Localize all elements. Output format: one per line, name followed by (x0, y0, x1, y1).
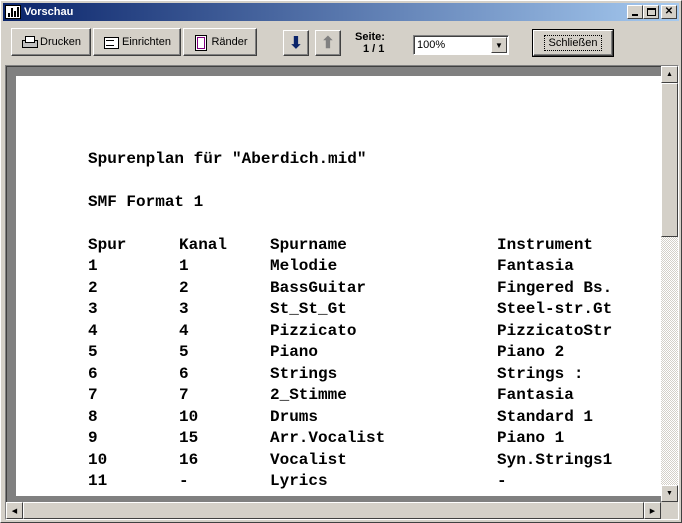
track-name: 2_Stimme (270, 386, 347, 404)
track-name: Arr.Vocalist (270, 429, 386, 447)
track-number: 9 (88, 429, 98, 447)
track-channel: 2 (179, 279, 189, 297)
setup-button[interactable]: Einrichten (93, 28, 181, 56)
close-window-button[interactable]: ✕ (661, 5, 677, 19)
margins-icon (192, 35, 208, 51)
scroll-up-icon[interactable]: ▲ (661, 66, 678, 83)
column-header-instrument: Instrument (497, 236, 594, 254)
preview-area: Spurenplan für "Aberdich.mid" SMF Format… (5, 65, 679, 520)
track-number: 4 (88, 322, 98, 340)
close-label: Schließen (543, 35, 603, 51)
maximize-icon (646, 8, 656, 16)
track-instrument: Fingered Bs. (497, 279, 613, 297)
print-button[interactable]: Drucken (11, 28, 91, 56)
arrow-up-icon: ⬆ (321, 35, 335, 52)
page-indicator: 1 / 1 (363, 43, 385, 55)
minimize-button[interactable] (627, 5, 643, 19)
track-number: 8 (88, 408, 98, 426)
track-instrument: - (497, 472, 507, 490)
track-instrument: Fantasia (497, 386, 574, 404)
track-instrument: Strings : (497, 365, 584, 383)
track-name: Piano (270, 343, 319, 361)
previous-page-button[interactable]: ⬆ (315, 30, 341, 56)
track-number: 2 (88, 279, 98, 297)
track-name: BassGuitar (270, 279, 367, 297)
document-page: Spurenplan für "Aberdich.mid" SMF Format… (16, 76, 662, 496)
column-header-spur: Spur (88, 236, 127, 254)
track-channel: 1 (179, 257, 189, 275)
track-name: St_St_Gt (270, 300, 347, 318)
print-label: Drucken (40, 36, 81, 48)
title-bar[interactable]: Vorschau ✕ (3, 3, 679, 21)
scroll-down-icon[interactable]: ▼ (661, 485, 678, 502)
horizontal-scroll-thumb[interactable] (23, 502, 644, 519)
zoom-value: 100% (417, 39, 446, 51)
track-name: Strings (270, 365, 338, 383)
format-line: SMF Format 1 (88, 193, 204, 211)
track-number: 5 (88, 343, 98, 361)
page-label: Seite: (355, 31, 385, 43)
track-name: Drums (270, 408, 319, 426)
track-number: 10 (88, 451, 108, 469)
margins-button[interactable]: Ränder (183, 28, 257, 56)
track-instrument: Fantasia (497, 257, 574, 275)
track-number: 11 (88, 472, 108, 490)
track-number: 7 (88, 386, 98, 404)
scroll-right-icon[interactable]: ▶ (644, 502, 661, 519)
vertical-scroll-thumb[interactable] (661, 83, 678, 237)
scroll-left-icon[interactable]: ◀ (6, 502, 23, 519)
window-title: Vorschau (24, 6, 74, 18)
column-header-spurname: Spurname (270, 236, 347, 254)
track-instrument: Piano 1 (497, 429, 565, 447)
zoom-select[interactable]: 100% ▼ (413, 35, 509, 55)
next-page-button[interactable]: ⬇ (283, 30, 309, 56)
track-number: 1 (88, 257, 98, 275)
track-number: 3 (88, 300, 98, 318)
document-title: Spurenplan für "Aberdich.mid" (88, 150, 367, 168)
close-button[interactable]: Schließen (532, 29, 614, 57)
track-channel: 7 (179, 386, 189, 404)
dropdown-arrow-icon[interactable]: ▼ (491, 37, 507, 53)
arrow-down-icon: ⬇ (289, 35, 303, 52)
preview-window: Vorschau ✕ Drucken Einrichten Ränder ⬇ ⬆… (0, 0, 682, 523)
app-icon (5, 5, 21, 19)
horizontal-scrollbar[interactable]: ◀ ▶ (6, 502, 661, 519)
track-name: Vocalist (270, 451, 347, 469)
minimize-icon (632, 14, 638, 16)
setup-label: Einrichten (122, 36, 171, 48)
track-channel: 10 (179, 408, 199, 426)
track-channel: 15 (179, 429, 199, 447)
track-name: Pizzicato (270, 322, 357, 340)
toolbar: Drucken Einrichten Ränder ⬇ ⬆ Seite: 1 /… (3, 23, 679, 63)
margins-label: Ränder (211, 36, 248, 48)
column-header-kanal: Kanal (179, 236, 228, 254)
close-icon: ✕ (664, 6, 674, 17)
track-channel: 6 (179, 365, 189, 383)
track-name: Melodie (270, 257, 338, 275)
maximize-button[interactable] (643, 5, 659, 19)
page-setup-icon (103, 35, 120, 49)
printer-icon (21, 35, 39, 49)
track-channel: 16 (179, 451, 199, 469)
track-instrument: PizzicatoStr (497, 322, 613, 340)
track-channel: - (179, 472, 189, 490)
track-channel: 5 (179, 343, 189, 361)
track-instrument: Standard 1 (497, 408, 594, 426)
vertical-scrollbar[interactable]: ▲ ▼ (661, 66, 678, 502)
track-instrument: Syn.Strings1 (497, 451, 613, 469)
track-name: Lyrics (270, 472, 328, 490)
track-channel: 4 (179, 322, 189, 340)
track-instrument: Piano 2 (497, 343, 565, 361)
track-channel: 3 (179, 300, 189, 318)
track-instrument: Steel-str.Gt (497, 300, 613, 318)
track-number: 6 (88, 365, 98, 383)
scrollbar-corner (661, 502, 678, 519)
